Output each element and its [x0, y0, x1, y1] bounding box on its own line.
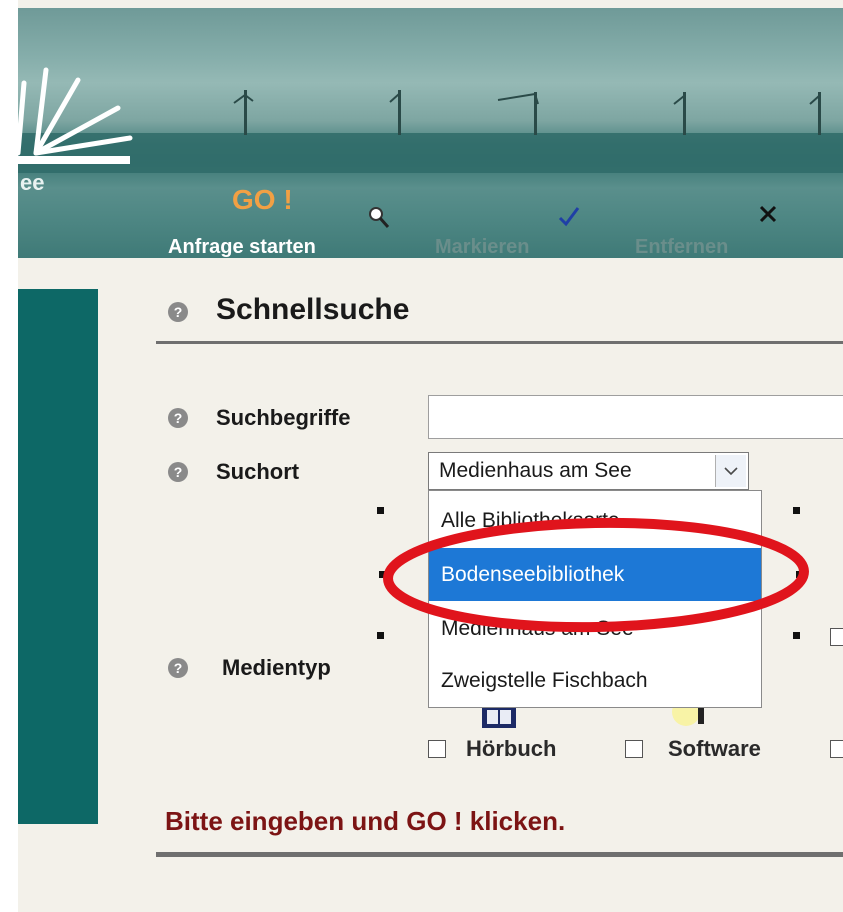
search-terms-input[interactable] [428, 395, 843, 439]
media-type-checkbox[interactable] [830, 628, 843, 646]
bottom-divider [156, 852, 843, 857]
dropdown-option-fischbach[interactable]: Zweigstelle Fischbach [429, 654, 761, 707]
header-banner: ee GO ! Anfrage starten Markieren Entfer… [18, 8, 843, 258]
location-dropdown-list[interactable]: Alle Bibliotheksorte Bodenseebibliothek … [428, 490, 762, 708]
logo-baseline [18, 156, 130, 164]
location-label: Suchort [216, 459, 300, 484]
dropdown-option-bodenseebibliothek[interactable]: Bodenseebibliothek [429, 548, 761, 601]
page-title: Schnellsuche [216, 293, 410, 326]
help-icon[interactable]: ? [168, 408, 188, 428]
resize-handle [796, 571, 803, 578]
audiobook-checkbox[interactable] [428, 740, 446, 758]
resize-handle [793, 507, 800, 514]
media-type-label: Medientyp [222, 655, 331, 680]
resize-handle [377, 507, 384, 514]
instruction-message: Bitte eingeben und GO ! klicken. [165, 806, 566, 836]
chevron-down-icon[interactable] [715, 455, 746, 487]
media-type-checkbox[interactable] [830, 740, 843, 758]
sun-logo-icon [18, 67, 133, 156]
resize-handle [379, 571, 386, 578]
help-icon[interactable]: ? [168, 462, 188, 482]
resize-handle [377, 632, 384, 639]
logo-text: ee [20, 170, 45, 195]
software-label: Software [668, 736, 761, 761]
software-checkbox[interactable] [625, 740, 643, 758]
top-strip [18, 0, 843, 8]
magnifier-icon[interactable] [366, 204, 392, 232]
help-icon[interactable]: ? [168, 302, 188, 322]
audiobook-label: Hörbuch [466, 736, 557, 761]
resize-handle [793, 632, 800, 639]
go-label[interactable]: GO ! [232, 184, 293, 216]
search-terms-label: Suchbegriffe [216, 405, 351, 430]
mark-button[interactable]: Markieren [435, 236, 530, 258]
checkmark-icon[interactable] [556, 204, 582, 230]
banner-art [18, 67, 821, 164]
dropdown-option-all-locations[interactable]: Alle Bibliotheksorte [429, 494, 761, 547]
start-query-button[interactable]: Anfrage starten [168, 236, 316, 258]
page-frame: ee GO ! Anfrage starten Markieren Entfer… [18, 0, 843, 912]
water-posts [244, 90, 821, 135]
dropdown-option-medienhaus[interactable]: Medienhaus am See [429, 602, 761, 655]
title-divider [156, 341, 843, 344]
location-select-value: Medienhaus am See [439, 459, 632, 482]
left-panel [18, 289, 98, 824]
help-icon[interactable]: ? [168, 658, 188, 678]
location-select[interactable]: Medienhaus am See [428, 452, 749, 490]
close-icon[interactable] [756, 202, 782, 228]
remove-button[interactable]: Entfernen [635, 236, 728, 258]
